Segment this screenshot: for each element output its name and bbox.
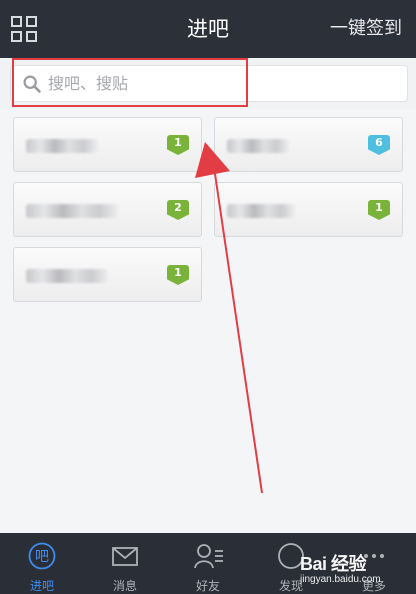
forum-card[interactable]: 6 bbox=[214, 117, 403, 172]
level-badge: 1 bbox=[167, 135, 189, 155]
baidu-jingyan-watermark: Bai 经验 jingyan.baidu.com bbox=[300, 550, 416, 594]
tab-label: 消息 bbox=[112, 579, 137, 593]
watermark-brand: Bai 经验 bbox=[300, 554, 367, 574]
level-badge: 1 bbox=[167, 265, 189, 285]
envelope-icon bbox=[112, 547, 138, 566]
level-badge: 2 bbox=[167, 200, 189, 220]
forum-card[interactable]: 1 bbox=[13, 117, 202, 172]
annotation-highlight-box bbox=[12, 58, 248, 107]
tab-friends[interactable]: 好友 bbox=[166, 533, 250, 594]
level-badge: 6 bbox=[368, 135, 390, 155]
forum-card[interactable]: 2 bbox=[13, 182, 202, 237]
blurred-forum-name bbox=[26, 139, 98, 153]
svg-text:吧: 吧 bbox=[35, 549, 49, 565]
tab-label: 进吧 bbox=[29, 579, 54, 593]
one-click-signin-button[interactable]: 一键签到 bbox=[330, 0, 402, 58]
forum-list: 1 6 2 1 1 bbox=[0, 109, 416, 533]
top-bar: 进吧 一键签到 bbox=[0, 0, 416, 58]
ba-icon: 吧 bbox=[28, 542, 56, 570]
blurred-forum-name bbox=[26, 204, 118, 218]
level-badge: 1 bbox=[368, 200, 390, 220]
blurred-forum-name bbox=[227, 204, 295, 218]
blurred-forum-name bbox=[26, 269, 108, 283]
forum-card[interactable]: 1 bbox=[214, 182, 403, 237]
tab-label: 好友 bbox=[195, 579, 220, 593]
blurred-forum-name bbox=[227, 139, 289, 153]
friends-icon bbox=[194, 544, 223, 569]
tab-messages[interactable]: 消息 bbox=[83, 533, 167, 594]
watermark-url: jingyan.baidu.com bbox=[300, 574, 381, 585]
forum-card[interactable]: 1 bbox=[13, 247, 202, 302]
tab-jinba[interactable]: 吧 进吧 bbox=[0, 533, 84, 594]
